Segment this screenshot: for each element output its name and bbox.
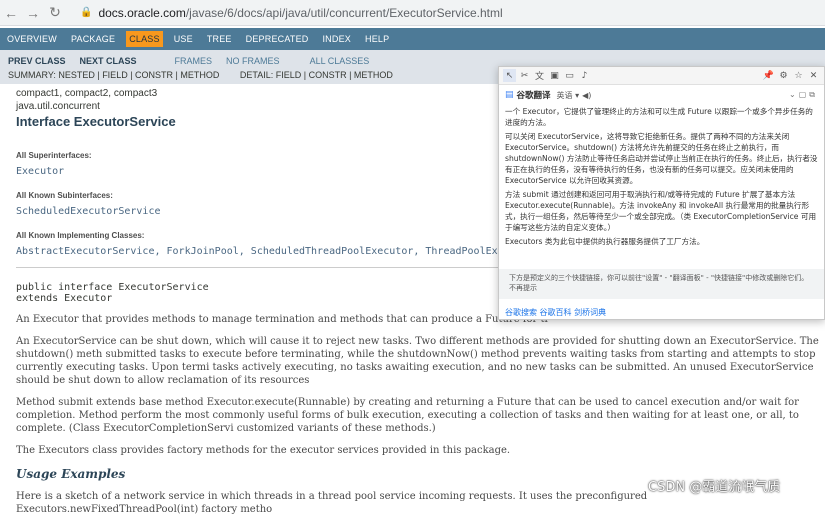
pin-icon[interactable]: 📌: [762, 69, 775, 82]
address-bar[interactable]: 🔒 docs.oracle.com/javase/6/docs/api/java…: [72, 3, 511, 23]
nav-index[interactable]: INDEX: [319, 31, 354, 47]
nav-package[interactable]: PACKAGE: [68, 31, 118, 47]
back-icon[interactable]: ←: [0, 5, 22, 21]
reload-icon[interactable]: ↻: [44, 4, 66, 21]
translation-para-3: 方法 submit 通过创建和返回可用于取消执行和/或等待完成的 Future …: [505, 190, 817, 232]
lock-icon: 🔒: [80, 7, 93, 18]
screenshot-icon[interactable]: ▣: [548, 69, 561, 82]
url-path: /javase/6/docs/api/java/util/concurrent/…: [185, 5, 503, 20]
close-icon[interactable]: ✕: [807, 69, 820, 82]
translation-para-1: 一个 Executor，它提供了管理终止的方法和可以生成 Future 以跟踪一…: [505, 107, 813, 127]
no-frames-link[interactable]: NO FRAMES: [226, 56, 280, 66]
translator-header: ▤ 谷歌翻译 英语 ▾ ◀) ⌄▢⧉: [499, 85, 824, 101]
translator-toolbar: ↖ ✂ 文 ▣ ▭ ♪ 📌 ⚙ ☆ ✕: [499, 67, 824, 85]
star-icon[interactable]: ☆: [792, 69, 805, 82]
select-icon[interactable]: ↖: [503, 69, 516, 82]
nav-use[interactable]: USE: [171, 31, 196, 47]
translate-icon[interactable]: 文: [533, 69, 546, 82]
description-para-3: Method submit extends base method Execut…: [16, 397, 799, 434]
prev-class-link[interactable]: PREV CLASS: [8, 56, 66, 66]
nav-help[interactable]: HELP: [362, 31, 392, 47]
top-navigation: OVERVIEW PACKAGE CLASS USE TREE DEPRECAT…: [0, 28, 825, 50]
summary-links[interactable]: SUMMARY: NESTED | FIELD | CONSTR | METHO…: [8, 70, 219, 80]
frames-link[interactable]: FRAMES: [175, 56, 213, 66]
nav-deprecated[interactable]: DEPRECATED: [243, 31, 312, 47]
nav-class[interactable]: CLASS: [126, 31, 163, 47]
nav-overview[interactable]: OVERVIEW: [4, 31, 60, 47]
mic-icon[interactable]: ♪: [578, 69, 591, 82]
divider: [16, 267, 506, 268]
image-icon[interactable]: ▭: [563, 69, 576, 82]
next-class-link[interactable]: NEXT CLASS: [80, 56, 137, 66]
google-icon: ▤: [505, 90, 514, 100]
translator-name: 谷歌翻译: [516, 91, 551, 101]
settings-icon[interactable]: ⚙: [777, 69, 790, 82]
browser-toolbar: ← → ↻ 🔒 docs.oracle.com/javase/6/docs/ap…: [0, 0, 825, 26]
watermark: CSDN @霸道流氓气质: [648, 480, 781, 495]
all-classes-link[interactable]: ALL CLASSES: [310, 56, 370, 66]
translation-text: 一个 Executor，它提供了管理终止的方法和可以生成 Future 以跟踪一…: [499, 101, 824, 249]
description-para-4: The Executors class provides factory met…: [16, 445, 511, 456]
nav-tree[interactable]: TREE: [204, 31, 235, 47]
url-domain: docs.oracle.com: [98, 5, 186, 20]
description-para-2: An ExecutorService can be shut down, whi…: [16, 336, 819, 386]
forward-icon[interactable]: →: [22, 5, 44, 21]
shortcut-links[interactable]: 谷歌搜索 谷歌百科 剑桥词典: [505, 307, 606, 318]
detail-links[interactable]: DETAIL: FIELD | CONSTR | METHOD: [240, 70, 393, 80]
window-controls[interactable]: ⌄▢⧉: [789, 90, 818, 100]
scissors-icon[interactable]: ✂: [518, 69, 531, 82]
speaker-icon[interactable]: ◀): [582, 91, 591, 100]
source-language[interactable]: 英语 ▾: [557, 90, 580, 101]
translator-popup: ↖ ✂ 文 ▣ ▭ ♪ 📌 ⚙ ☆ ✕ ▤ 谷歌翻译 英语 ▾ ◀) ⌄▢⧉ 一…: [498, 66, 825, 320]
shortcut-notice: 下方是预定义的三个快捷链接，你可以前往"设置" - "翻译面板" - "快捷链接…: [499, 269, 824, 299]
translation-para-2: 可以关闭 ExecutorService，这将导致它拒绝新任务。提供了两种不同的…: [505, 132, 818, 185]
translation-para-4: Executors 类为此包中提供的执行器服务提供了工厂方法。: [505, 237, 705, 246]
